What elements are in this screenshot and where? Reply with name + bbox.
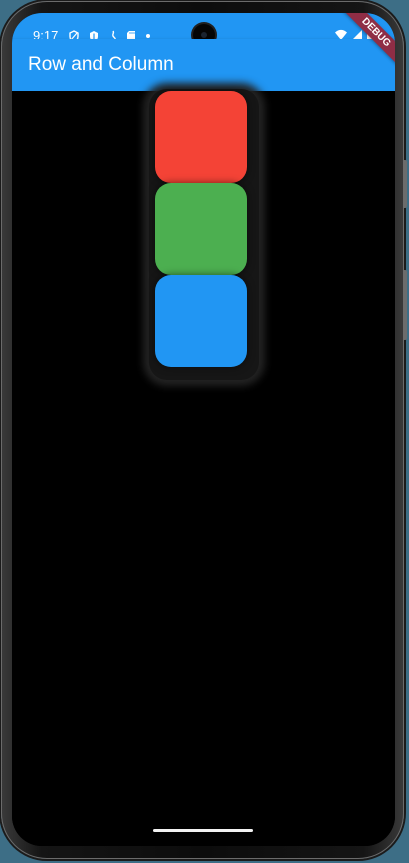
home-indicator[interactable] bbox=[153, 829, 253, 832]
power-button bbox=[403, 270, 407, 340]
blue-box bbox=[155, 275, 247, 367]
volume-button bbox=[403, 160, 407, 208]
color-column bbox=[149, 89, 259, 380]
green-box bbox=[155, 183, 247, 275]
red-box bbox=[155, 91, 247, 183]
app-title: Row and Column bbox=[28, 54, 174, 75]
phone-screen: 9:17 Row and Column DEBUG bbox=[12, 13, 395, 846]
app-bar: Row and Column bbox=[12, 39, 395, 91]
content-area bbox=[12, 89, 395, 846]
